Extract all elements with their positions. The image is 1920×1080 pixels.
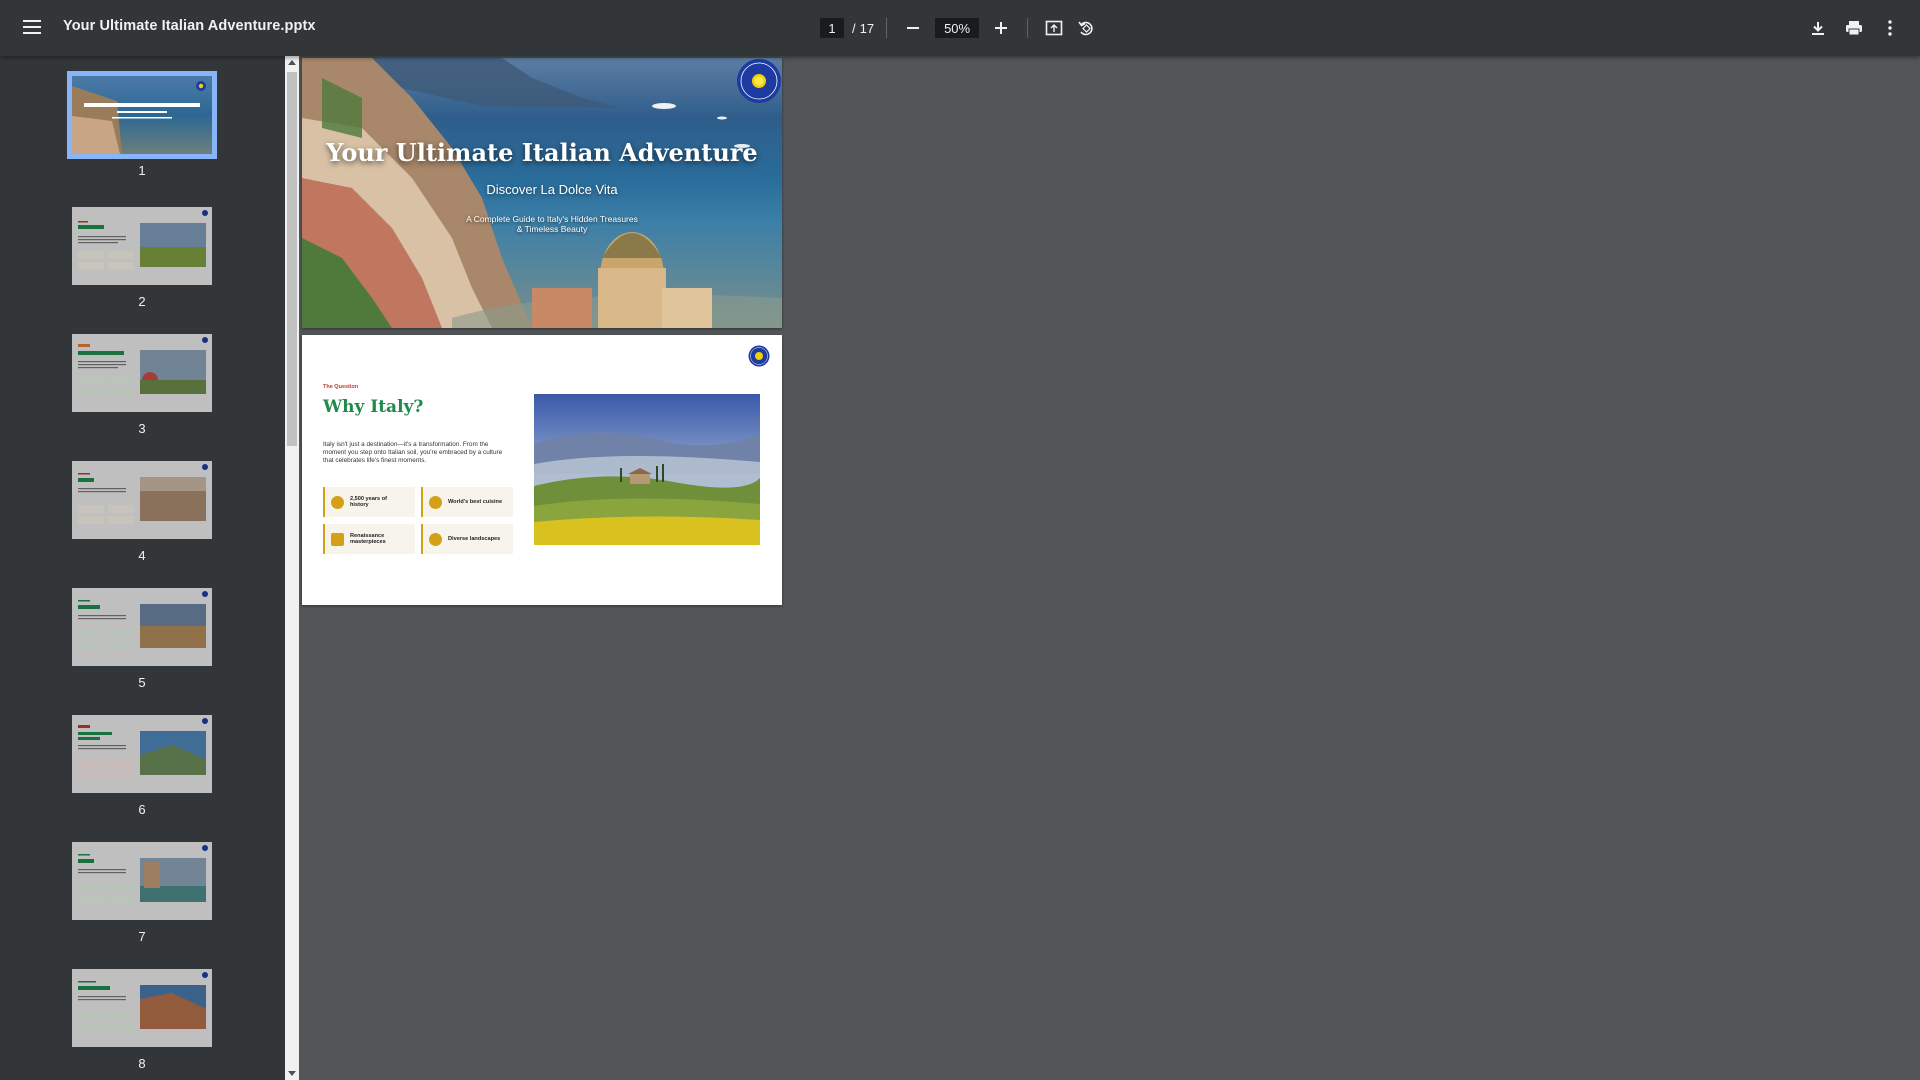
toolbar-divider: [886, 18, 888, 38]
thumbnail-2[interactable]: 2: [72, 207, 212, 309]
masterpiece-icon: [331, 532, 344, 546]
thumbnail-8[interactable]: 8: [72, 969, 212, 1071]
thumbnail-number: 7: [138, 929, 146, 944]
tagline-line-2: & Timeless Beauty: [516, 224, 588, 234]
thumbnail-number: 3: [138, 421, 146, 436]
thumbnail-image[interactable]: [72, 588, 212, 666]
thumbnail-image[interactable]: [72, 842, 212, 920]
card-line-2: history: [350, 502, 369, 508]
scroll-down-icon[interactable]: [288, 1071, 296, 1076]
tuscany-landscape-image: [534, 394, 760, 545]
cuisine-icon: [429, 495, 442, 509]
card-line-1: Renaissance: [350, 532, 385, 539]
sidebar-scrollbar[interactable]: [285, 56, 299, 1080]
thumbnail-6[interactable]: 6: [72, 715, 212, 817]
thumbnail-number: 8: [138, 1056, 146, 1071]
toolbar: Your Ultimate Italian Adventure.pptx / 1…: [0, 0, 1920, 56]
thumbnail-5[interactable]: 5: [72, 588, 212, 690]
thumbnail-image[interactable]: [72, 969, 212, 1047]
thumbnail-number: 6: [138, 802, 146, 817]
thumbnail-image[interactable]: [72, 715, 212, 793]
page-number-input[interactable]: [820, 18, 844, 38]
zoom-input[interactable]: [935, 18, 980, 38]
rotate-button[interactable]: [1072, 14, 1100, 42]
feature-card: Diverse landscapes: [421, 524, 513, 554]
download-button[interactable]: [1804, 14, 1832, 42]
zoom-out-button[interactable]: [899, 14, 927, 42]
thumbnail-number: 5: [138, 675, 146, 690]
zoom-out-icon: [907, 27, 920, 29]
card-line-1: World's best cuisine: [448, 498, 503, 505]
scroll-thumb[interactable]: [287, 72, 297, 446]
feature-card: Renaissance masterpieces: [323, 524, 415, 554]
slide-title: Why Italy?: [323, 397, 424, 417]
fit-page-icon: [1045, 20, 1063, 36]
menu-icon: [23, 20, 41, 34]
logo-seal-icon: [748, 345, 770, 367]
thumbnail-preview: [72, 81, 206, 154]
thumbnail-image[interactable]: [72, 334, 212, 412]
print-button[interactable]: [1840, 14, 1868, 42]
slide-subtitle: Discover La Dolce Vita: [486, 182, 618, 197]
toolbar-divider: [1027, 18, 1029, 38]
zoom-in-icon: [995, 22, 1008, 34]
card-line-2: masterpieces: [350, 539, 386, 545]
zoom-in-button[interactable]: [987, 14, 1015, 42]
logo-seal-icon: [737, 59, 781, 103]
history-icon: [331, 495, 344, 509]
thumbnail-number: 2: [138, 294, 146, 309]
thumbnail-7[interactable]: 7: [72, 842, 212, 944]
page-controls: / 17: [820, 16, 1100, 40]
thumbnail-1[interactable]: 1: [67, 71, 217, 178]
card-line-1: 2,500 years of: [350, 495, 388, 502]
total-pages: 17: [859, 20, 875, 36]
slide-tagline: A Complete Guide to Italy's Hidden Treas…: [412, 214, 692, 234]
slide-body: Italy isn't just a destination—it's a tr…: [323, 441, 503, 464]
fit-page-button[interactable]: [1040, 14, 1068, 42]
more-options-button[interactable]: [1876, 14, 1904, 42]
rotate-icon: [1078, 21, 1093, 36]
slide-1: Your Ultimate Italian Adventure Discover…: [302, 58, 782, 328]
thumbnail-image[interactable]: [72, 207, 212, 285]
thumbnail-number: 4: [138, 548, 146, 563]
thumbnail-4[interactable]: 4: [72, 461, 212, 563]
document-title: Your Ultimate Italian Adventure.pptx: [63, 18, 316, 34]
card-line-1: Diverse landscapes: [448, 535, 501, 542]
brand-logo: [748, 345, 770, 367]
tuscany-landscape-drawing: [534, 394, 760, 545]
print-icon: [1846, 21, 1862, 36]
brand-logo: [736, 58, 782, 104]
menu-button[interactable]: [20, 15, 44, 39]
slide-title: Your Ultimate Italian Adventure: [326, 138, 758, 167]
thumbnail-number: 1: [138, 163, 146, 178]
slide-eyebrow: The Question: [323, 384, 359, 390]
thumbnail-3[interactable]: 3: [72, 334, 212, 436]
more-options-icon: [1888, 20, 1892, 36]
feature-card: World's best cuisine: [421, 487, 513, 517]
page-separator: /: [852, 20, 856, 36]
feature-card: 2,500 years of history: [323, 487, 415, 517]
thumbnail-sidebar: 1 2 3 4 5 6 7 8: [0, 56, 285, 1080]
download-icon: [1812, 22, 1824, 35]
landscape-icon: [429, 532, 442, 546]
scroll-up-icon[interactable]: [288, 60, 296, 65]
toolbar-actions: [1804, 14, 1904, 42]
tagline-line-1: A Complete Guide to Italy's Hidden Treas…: [466, 214, 638, 224]
thumbnail-image[interactable]: [72, 461, 212, 539]
slide-2: The Question Why Italy? Italy isn't just…: [302, 335, 782, 605]
thumbnail-image[interactable]: [67, 71, 217, 159]
